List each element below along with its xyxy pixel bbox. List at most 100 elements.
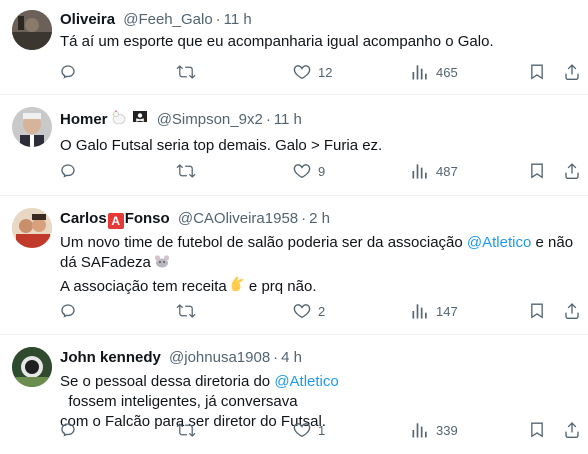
like-button[interactable]: 2 xyxy=(292,301,325,321)
bookmark-icon xyxy=(531,422,543,438)
heart-icon xyxy=(293,423,311,438)
views-count: 487 xyxy=(436,163,458,179)
share-button[interactable] xyxy=(562,161,582,181)
repost-icon xyxy=(176,423,196,437)
reply-icon xyxy=(61,423,75,437)
like-count: 2 xyxy=(318,303,326,319)
bar-chart-icon xyxy=(412,304,427,319)
author-name[interactable]: Homer xyxy=(60,111,108,128)
repost-icon xyxy=(176,304,196,318)
views-button[interactable]: 487 xyxy=(410,161,458,181)
avatar[interactable] xyxy=(12,107,52,147)
author-name-last[interactable]: Fonso xyxy=(125,210,170,227)
views-button[interactable]: 339 xyxy=(410,420,458,440)
tweet-actions: 1 339 xyxy=(0,412,588,450)
share-icon xyxy=(565,422,579,438)
views-button[interactable]: 147 xyxy=(410,301,458,321)
repost-icon xyxy=(176,65,196,79)
tweet-time[interactable]: 11 h xyxy=(224,11,252,28)
text-line: Se o pessoal dessa diretoria do @Atletic… xyxy=(60,372,576,412)
views-count: 465 xyxy=(436,64,458,80)
share-button[interactable] xyxy=(562,420,582,440)
tweet-text: Tá aí um esporte que eu acompanharia igu… xyxy=(60,32,576,52)
reply-icon xyxy=(61,164,75,178)
bookmark-button[interactable] xyxy=(527,62,547,82)
tweet-actions: 2 147 xyxy=(0,293,588,331)
share-icon xyxy=(565,64,579,80)
tweet-header: John kennedy @johnusa1908 · 4 h xyxy=(60,348,576,368)
bar-chart-icon xyxy=(412,65,427,80)
bookmark-button[interactable] xyxy=(527,420,547,440)
text-segment: fossem inteligentes, já conversava xyxy=(60,393,298,410)
tweet-item[interactable]: Oliveira @Feeh_Galo · 11 h Tá aí um esport… xyxy=(0,0,588,95)
text-line: Tá aí um esporte que eu acompanharia igu… xyxy=(60,33,494,50)
reply-button[interactable] xyxy=(58,301,84,321)
tweet-header: Homer @Simpson_9x2 · 11 h xyxy=(60,108,576,132)
separator: · xyxy=(301,210,307,227)
like-button[interactable]: 1 xyxy=(292,420,325,440)
share-button[interactable] xyxy=(562,62,582,82)
tweet-text: Um novo time de futebol de salão poderia… xyxy=(60,233,576,299)
like-button[interactable]: 9 xyxy=(292,161,325,181)
reply-button[interactable] xyxy=(58,420,84,440)
tweet-time[interactable]: 2 h xyxy=(309,210,330,227)
text-segment: Um novo time de futebol de salão poderia… xyxy=(60,234,467,251)
like-count: 9 xyxy=(318,163,326,179)
heart-icon xyxy=(293,304,311,319)
heart-icon xyxy=(293,65,311,80)
reply-icon xyxy=(61,65,75,79)
separator: · xyxy=(273,349,279,366)
tweet-item[interactable]: John kennedy @johnusa1908 · 4 h Se o pesso… xyxy=(0,335,588,454)
mention-link[interactable]: @Atletico xyxy=(274,373,338,390)
author-handle[interactable]: @Simpson_9x2 xyxy=(157,111,263,128)
reply-icon xyxy=(61,304,75,318)
tweet-item[interactable]: Carlos A Fonso @CAOliveira1958 · 2 h Um novo… xyxy=(0,196,588,335)
repost-icon xyxy=(176,164,196,178)
author-name[interactable]: Oliveira xyxy=(60,11,115,28)
separator: · xyxy=(265,111,271,128)
mention-link[interactable]: @Atletico xyxy=(467,234,531,251)
reply-feed: Oliveira @Feeh_Galo · 11 h Tá aí um esport… xyxy=(0,0,588,454)
tweet-header: Carlos A Fonso @CAOliveira1958 · 2 h xyxy=(60,209,576,229)
rooster-emoji-icon xyxy=(110,108,128,132)
reply-button[interactable] xyxy=(58,62,84,82)
text-segment: e não xyxy=(531,234,574,251)
tweet-actions: 9 487 xyxy=(0,153,588,191)
author-handle[interactable]: @johnusa1908 xyxy=(169,349,270,366)
author-name-first[interactable]: Carlos xyxy=(60,210,107,227)
bookmark-icon xyxy=(531,64,543,80)
views-count: 147 xyxy=(436,303,458,319)
bookmark-icon xyxy=(531,303,543,319)
like-count: 1 xyxy=(318,422,326,438)
bookmark-icon xyxy=(531,163,543,179)
reply-button[interactable] xyxy=(58,161,84,181)
bookmark-button[interactable] xyxy=(527,301,547,321)
tweet-actions: 12 465 xyxy=(0,54,588,92)
avatar[interactable] xyxy=(12,347,52,387)
views-count: 339 xyxy=(436,422,458,438)
text-line: Um novo time de futebol de salão poderia… xyxy=(60,233,576,253)
rat-emoji-icon xyxy=(153,253,171,275)
text-segment: Se o pessoal dessa diretoria do xyxy=(60,373,275,390)
author-handle[interactable]: @CAOliveira1958 xyxy=(178,210,298,227)
repost-button[interactable] xyxy=(176,161,202,181)
like-count: 12 xyxy=(318,64,333,80)
author-handle[interactable]: @Feeh_Galo xyxy=(123,11,212,28)
repost-button[interactable] xyxy=(176,420,202,440)
avatar[interactable] xyxy=(12,10,52,50)
like-button[interactable]: 12 xyxy=(292,62,332,82)
tweet-time[interactable]: 4 h xyxy=(281,349,302,366)
tweet-item[interactable]: Homer @Simpson_9x2 · 11 h O Galo Futsal se… xyxy=(0,95,588,196)
avatar[interactable] xyxy=(12,208,52,248)
repost-button[interactable] xyxy=(176,62,202,82)
share-button[interactable] xyxy=(562,301,582,321)
author-name[interactable]: John kennedy xyxy=(60,349,161,366)
share-icon xyxy=(565,303,579,319)
text-segment: dá SAFadeza xyxy=(60,254,151,271)
views-button[interactable]: 465 xyxy=(410,62,458,82)
separator: · xyxy=(215,11,221,28)
tweet-time[interactable]: 11 h xyxy=(274,111,302,128)
bookmark-button[interactable] xyxy=(527,161,547,181)
name-badge: A xyxy=(107,213,124,229)
repost-button[interactable] xyxy=(176,301,202,321)
